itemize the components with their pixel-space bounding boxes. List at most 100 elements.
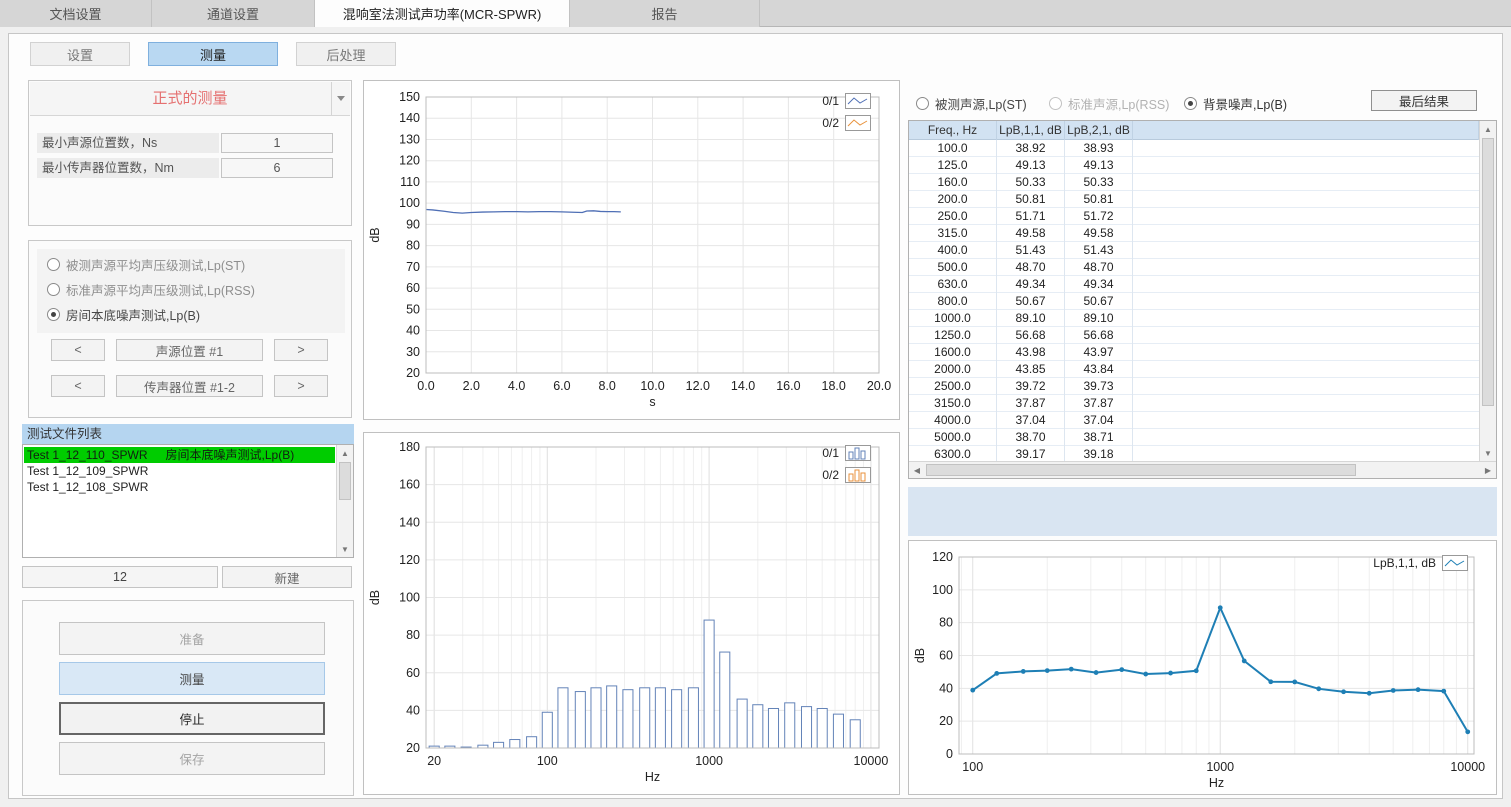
svg-text:140: 140 bbox=[399, 111, 420, 125]
result-spectrum-chart: 020406080100120100100010000HzdBLpB,1,1, … bbox=[908, 540, 1497, 795]
scroll-down-icon[interactable]: ▼ bbox=[1480, 445, 1496, 461]
table-row[interactable]: 6300.039.1739.18 bbox=[909, 446, 1479, 461]
tab-channel-settings[interactable]: 通道设置 bbox=[152, 0, 315, 27]
file-list-scrollbar[interactable]: ▲ ▼ bbox=[336, 445, 353, 557]
table-row[interactable]: 800.050.6750.67 bbox=[909, 293, 1479, 310]
table-hscrollbar[interactable]: ◀ ▶ bbox=[909, 461, 1496, 478]
column-header[interactable]: Freq., Hz bbox=[909, 121, 997, 140]
source-next-button[interactable]: > bbox=[274, 339, 328, 361]
tab-doc-settings[interactable]: 文档设置 bbox=[0, 0, 152, 27]
table-row[interactable]: 4000.037.0437.04 bbox=[909, 412, 1479, 429]
svg-text:60: 60 bbox=[939, 649, 953, 663]
list-item[interactable]: Test 1_12_109_SPWR bbox=[24, 463, 335, 479]
level-cell: 49.58 bbox=[1065, 225, 1133, 242]
level-cell: 51.72 bbox=[1065, 208, 1133, 225]
table-row[interactable]: 1250.056.6856.68 bbox=[909, 327, 1479, 344]
mic-prev-button[interactable]: < bbox=[51, 375, 105, 397]
scroll-right-icon[interactable]: ▶ bbox=[1480, 462, 1496, 478]
level-cell: 49.34 bbox=[1065, 276, 1133, 293]
svg-text:60: 60 bbox=[406, 666, 420, 680]
result-radio-lp-b[interactable]: 背景噪声,Lp(B) bbox=[1184, 94, 1287, 113]
list-item[interactable]: Test 1_12_108_SPWR bbox=[24, 479, 335, 495]
final-result-button[interactable]: 最后结果 bbox=[1371, 90, 1477, 111]
radio-lp-rss[interactable]: 标准声源平均声压级测试,Lp(RSS) bbox=[47, 280, 255, 299]
radio-lp-b[interactable]: 房间本底噪声测试,Lp(B) bbox=[47, 305, 200, 324]
scroll-thumb[interactable] bbox=[1482, 138, 1494, 406]
scroll-up-icon[interactable]: ▲ bbox=[337, 445, 353, 461]
radio-lp-st[interactable]: 被测声源平均声压级测试,Lp(ST) bbox=[47, 255, 245, 274]
source-prev-button[interactable]: < bbox=[51, 339, 105, 361]
legend-entry: LpB,1,1, dB bbox=[1373, 555, 1468, 571]
level-cell: 50.81 bbox=[997, 191, 1065, 208]
table-row[interactable]: 1000.089.1089.10 bbox=[909, 310, 1479, 327]
tab-report[interactable]: 报告 bbox=[570, 0, 760, 27]
subtab-settings-label: 设置 bbox=[67, 45, 93, 64]
measure-mode-dropdown[interactable]: 正式的测量 bbox=[30, 82, 350, 116]
tab-mcr-spwr[interactable]: 混响室法测试声功率(MCR-SPWR) bbox=[315, 0, 570, 27]
svg-text:16.0: 16.0 bbox=[776, 379, 800, 393]
table-row[interactable]: 125.049.1349.13 bbox=[909, 157, 1479, 174]
level-cell: 51.43 bbox=[1065, 242, 1133, 259]
subtab-measure[interactable]: 测量 bbox=[148, 42, 278, 66]
measure-button[interactable]: 测量 bbox=[59, 662, 325, 695]
row-filler bbox=[1133, 429, 1479, 446]
row-filler bbox=[1133, 225, 1479, 242]
table-row[interactable]: 100.038.9238.93 bbox=[909, 140, 1479, 157]
new-file-button[interactable]: 新建 bbox=[222, 566, 352, 588]
table-row[interactable]: 630.049.3449.34 bbox=[909, 276, 1479, 293]
table-row[interactable]: 2000.043.8543.84 bbox=[909, 361, 1479, 378]
stop-button[interactable]: 停止 bbox=[59, 702, 325, 735]
svg-text:120: 120 bbox=[399, 154, 420, 168]
scroll-thumb[interactable] bbox=[339, 462, 351, 500]
level-cell: 38.93 bbox=[1065, 140, 1133, 157]
subtab-postprocess[interactable]: 后处理 bbox=[296, 42, 396, 66]
svg-text:1000: 1000 bbox=[695, 754, 723, 768]
table-row[interactable]: 315.049.5849.58 bbox=[909, 225, 1479, 242]
table-row[interactable]: 160.050.3350.33 bbox=[909, 174, 1479, 191]
freq-cell: 200.0 bbox=[909, 191, 997, 208]
table-row[interactable]: 200.050.8150.81 bbox=[909, 191, 1479, 208]
save-button[interactable]: 保存 bbox=[59, 742, 325, 775]
legend-label: LpB,1,1, dB bbox=[1373, 556, 1436, 570]
legend-label: 0/2 bbox=[822, 468, 839, 482]
svg-text:20: 20 bbox=[427, 754, 441, 768]
list-item[interactable]: Test 1_12_110_SPWR房间本底噪声测试,Lp(B) bbox=[24, 447, 335, 463]
legend-entry: 0/1 bbox=[822, 445, 871, 461]
result-radio-lp-st[interactable]: 被测声源,Lp(ST) bbox=[916, 94, 1027, 113]
row-filler bbox=[1133, 208, 1479, 225]
svg-text:110: 110 bbox=[400, 175, 420, 189]
scroll-thumb[interactable] bbox=[926, 464, 1356, 476]
table-row[interactable]: 3150.037.8737.87 bbox=[909, 395, 1479, 412]
chevron-down-icon[interactable] bbox=[331, 82, 350, 115]
table-row[interactable]: 250.051.7151.72 bbox=[909, 208, 1479, 225]
prepare-button[interactable]: 准备 bbox=[59, 622, 325, 655]
mic-position-button[interactable]: 传声器位置 #1-2 bbox=[116, 375, 263, 397]
ns-field-input[interactable]: 1 bbox=[221, 133, 333, 153]
freq-cell: 400.0 bbox=[909, 242, 997, 259]
scroll-left-icon[interactable]: ◀ bbox=[909, 462, 925, 478]
radio-lp-st-label: 被测声源平均声压级测试,Lp(ST) bbox=[66, 255, 245, 274]
table-vscrollbar[interactable]: ▲ ▼ bbox=[1479, 121, 1496, 461]
file-number-input[interactable]: 12 bbox=[22, 566, 218, 588]
table-row[interactable]: 400.051.4351.43 bbox=[909, 242, 1479, 259]
file-list[interactable]: Test 1_12_110_SPWR房间本底噪声测试,Lp(B)Test 1_1… bbox=[22, 444, 354, 558]
top-tab-bar: 文档设置通道设置混响室法测试声功率(MCR-SPWR)报告 bbox=[0, 0, 1511, 27]
column-header[interactable]: LpB,2,1, dB bbox=[1065, 121, 1133, 140]
results-table-header: Freq., HzLpB,1,1, dBLpB,2,1, dB bbox=[909, 121, 1479, 140]
level-cell: 89.10 bbox=[1065, 310, 1133, 327]
source-position-button[interactable]: 声源位置 #1 bbox=[116, 339, 263, 361]
scroll-down-icon[interactable]: ▼ bbox=[337, 541, 353, 557]
column-header[interactable]: LpB,1,1, dB bbox=[997, 121, 1065, 140]
scroll-up-icon[interactable]: ▲ bbox=[1480, 121, 1496, 137]
svg-text:20.0: 20.0 bbox=[867, 379, 891, 393]
freq-cell: 1600.0 bbox=[909, 344, 997, 361]
table-row[interactable]: 5000.038.7038.71 bbox=[909, 429, 1479, 446]
file-name: Test 1_12_108_SPWR bbox=[27, 480, 148, 494]
table-row[interactable]: 500.048.7048.70 bbox=[909, 259, 1479, 276]
table-row[interactable]: 2500.039.7239.73 bbox=[909, 378, 1479, 395]
table-row[interactable]: 1600.043.9843.97 bbox=[909, 344, 1479, 361]
result-radio-lp-rss[interactable]: 标准声源,Lp(RSS) bbox=[1049, 94, 1169, 113]
nm-field-input[interactable]: 6 bbox=[221, 158, 333, 178]
mic-next-button[interactable]: > bbox=[274, 375, 328, 397]
subtab-settings[interactable]: 设置 bbox=[30, 42, 130, 66]
